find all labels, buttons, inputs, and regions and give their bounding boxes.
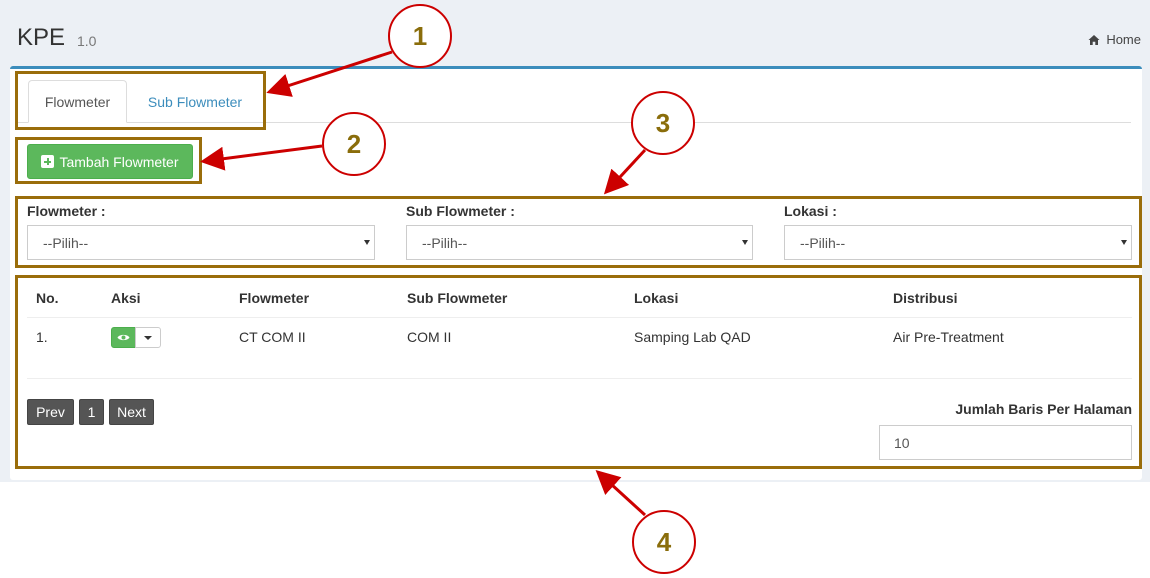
annotation-box-1 [15,71,266,130]
home-icon [1088,34,1100,45]
home-link[interactable]: Home [1088,32,1141,47]
annotation-box-3 [15,196,1142,268]
home-label: Home [1106,32,1141,47]
app-title: KPE [17,24,66,51]
annotation-box-2 [15,137,202,184]
annotation-marker-3: 3 [631,91,695,155]
annotation-marker-2: 2 [322,112,386,176]
annotation-marker-4: 4 [632,510,696,574]
annotation-box-4 [15,275,1142,469]
annotation-marker-1: 1 [388,4,452,68]
header: KPE 1.0 Home [0,0,1150,66]
app-version: 1.0 [77,33,97,49]
